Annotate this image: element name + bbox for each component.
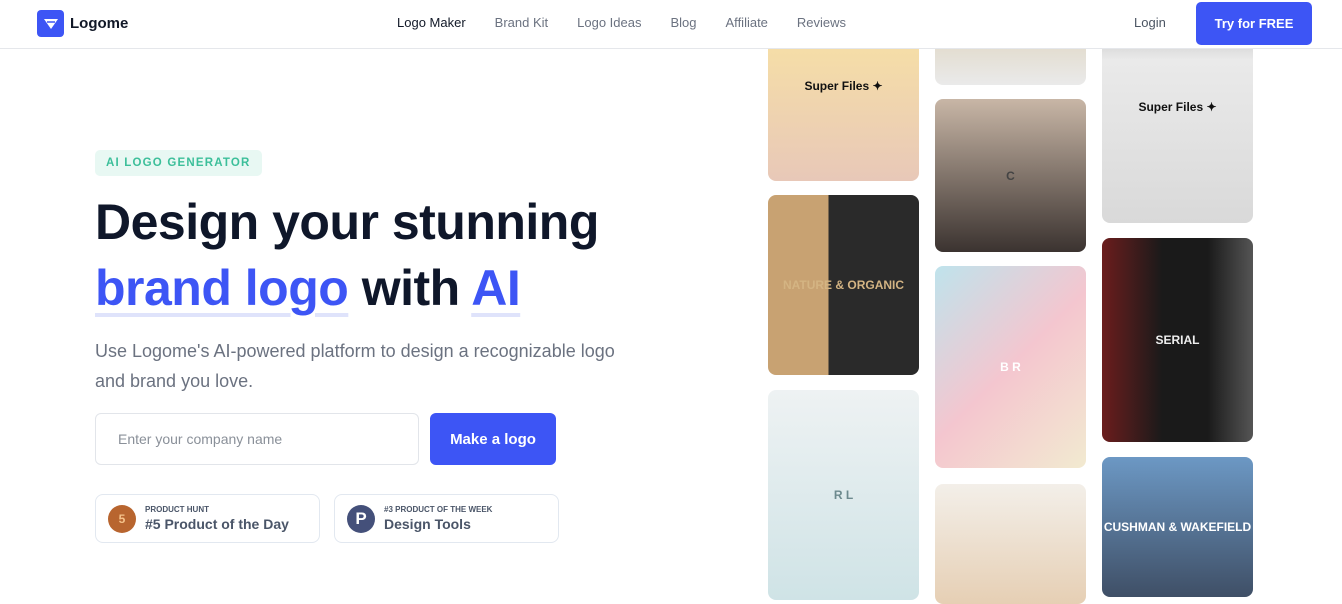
- hero-subtitle: Use Logome's AI-powered platform to desi…: [95, 341, 615, 391]
- top-nav: Logome Logo Maker Brand Kit Logo Ideas B…: [0, 0, 1342, 49]
- highlight-ai: AI: [471, 260, 521, 316]
- nav-link-logo-ideas[interactable]: Logo Ideas: [577, 15, 641, 30]
- gallery-image: NATURE & ORGANIC: [768, 195, 919, 375]
- gallery-image-text: C: [1006, 168, 1015, 183]
- medal-icon: 5: [108, 504, 136, 533]
- award-product-hunt[interactable]: 5 PRODUCT HUNT #5 Product of the Day: [95, 494, 320, 543]
- highlight-brand-logo: brand logo: [95, 260, 349, 316]
- award-label: #3 PRODUCT OF THE WEEK: [384, 505, 493, 514]
- award-title: #5 Product of the Day: [145, 516, 289, 532]
- diamond-logo-icon: [37, 10, 64, 37]
- gallery-image: B R: [935, 266, 1086, 468]
- brand-logo[interactable]: Logome: [37, 10, 128, 37]
- gallery-image-text: R L: [833, 488, 854, 502]
- nav-link-brand-kit[interactable]: Brand Kit: [495, 15, 548, 30]
- gallery-image: C: [935, 99, 1086, 252]
- brand-name: Logome: [70, 15, 129, 32]
- gallery-image-text: Super Files ✦: [804, 78, 883, 93]
- try-free-button[interactable]: Try for FREE: [1196, 2, 1312, 45]
- hero-title-line2: brand logo with AI: [95, 259, 521, 317]
- award-label: PRODUCT HUNT: [145, 505, 209, 514]
- nav-link-logo-maker[interactable]: Logo Maker: [397, 15, 466, 30]
- hero-badge: AI LOGO GENERATOR: [95, 150, 262, 176]
- gallery-image: SERIAL: [1102, 238, 1253, 442]
- award-title: Design Tools: [384, 516, 471, 532]
- hero-title-line1: Design your stunning: [95, 194, 599, 250]
- gallery-image: [935, 484, 1086, 604]
- gallery-image: CUSHMAN & WAKEFIELD: [1102, 457, 1253, 597]
- nav-link-reviews[interactable]: Reviews: [797, 15, 846, 30]
- award-product-week[interactable]: P #3 PRODUCT OF THE WEEK Design Tools: [334, 494, 559, 543]
- title-with: with: [348, 260, 472, 316]
- gallery-image-text: CUSHMAN & WAKEFIELD: [1103, 520, 1252, 534]
- login-link[interactable]: Login: [1134, 15, 1166, 30]
- product-hunt-icon: P: [347, 504, 375, 533]
- gallery-image: R L: [768, 390, 919, 600]
- nav-link-blog[interactable]: Blog: [670, 15, 696, 30]
- gallery-image-text: NATURE & ORGANIC: [782, 278, 905, 292]
- make-logo-button[interactable]: Make a logo: [430, 413, 556, 465]
- gallery-image-text: Super Files ✦: [1138, 99, 1217, 114]
- nav-link-affiliate[interactable]: Affiliate: [726, 15, 768, 30]
- gallery-image-text: B R: [1000, 360, 1021, 374]
- company-name-input[interactable]: [95, 413, 419, 465]
- gallery-image-text: SERIAL: [1155, 333, 1200, 347]
